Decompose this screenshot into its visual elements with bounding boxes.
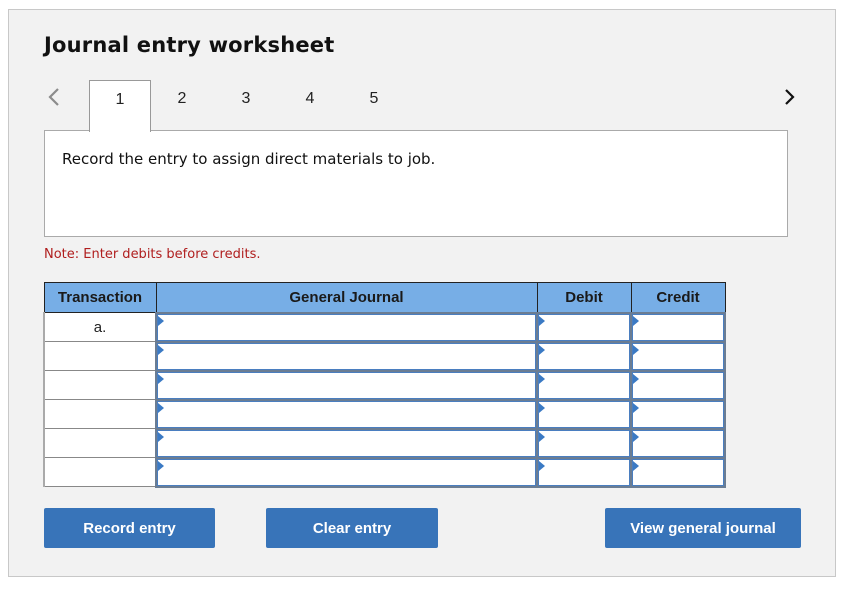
debit-input[interactable] [538, 400, 630, 428]
debit-input[interactable] [538, 371, 630, 399]
header-general-journal: General Journal [155, 282, 538, 313]
record-entry-button[interactable]: Record entry [44, 508, 215, 548]
dropdown-marker-icon [158, 344, 164, 355]
table-row [43, 456, 726, 488]
dropdown-marker-icon [633, 402, 639, 413]
debit-cell [536, 427, 632, 459]
transaction-cell: a. [43, 312, 157, 342]
journal-cell [155, 369, 538, 401]
credit-cell [630, 427, 726, 459]
debit-input[interactable] [538, 342, 630, 370]
credit-input[interactable] [632, 400, 724, 428]
prompt-text: Record the entry to assign direct materi… [62, 150, 436, 168]
credit-cell [630, 340, 726, 372]
header-transaction: Transaction [43, 282, 157, 313]
debit-cell [536, 398, 632, 430]
debit-cell [536, 311, 632, 343]
debit-cell [536, 369, 632, 401]
tab-5[interactable]: 5 [343, 80, 405, 132]
next-button[interactable] [778, 84, 800, 110]
journal-input[interactable] [157, 371, 536, 399]
dropdown-marker-icon [633, 344, 639, 355]
prompt-box: Record the entry to assign direct materi… [44, 130, 788, 237]
dropdown-marker-icon [633, 460, 639, 471]
journal-table: Transaction General Journal Debit Credit… [43, 282, 726, 488]
journal-cell [155, 398, 538, 430]
dropdown-marker-icon [539, 402, 545, 413]
view-general-journal-button[interactable]: View general journal [605, 508, 801, 548]
dropdown-marker-icon [158, 373, 164, 384]
transaction-cell [43, 399, 157, 429]
credit-input[interactable] [632, 371, 724, 399]
debit-input[interactable] [538, 429, 630, 457]
journal-cell [155, 427, 538, 459]
credit-input[interactable] [632, 429, 724, 457]
transaction-cell [43, 370, 157, 400]
transaction-cell [43, 457, 157, 487]
table-row [43, 427, 726, 459]
page-title: Journal entry worksheet [44, 33, 335, 57]
table-header-row: Transaction General Journal Debit Credit [43, 282, 726, 313]
journal-cell [155, 340, 538, 372]
table-row [43, 340, 726, 372]
clear-entry-button[interactable]: Clear entry [266, 508, 438, 548]
journal-cell [155, 311, 538, 343]
journal-input[interactable] [157, 313, 536, 341]
chevron-left-icon [48, 88, 59, 106]
transaction-cell [43, 428, 157, 458]
dropdown-marker-icon [633, 431, 639, 442]
journal-input[interactable] [157, 342, 536, 370]
header-debit: Debit [536, 282, 632, 313]
dropdown-marker-icon [539, 315, 545, 326]
dropdown-marker-icon [158, 460, 164, 471]
dropdown-marker-icon [158, 431, 164, 442]
transaction-cell [43, 341, 157, 371]
credit-cell [630, 311, 726, 343]
dropdown-marker-icon [539, 344, 545, 355]
journal-input[interactable] [157, 400, 536, 428]
table-row [43, 369, 726, 401]
dropdown-marker-icon [158, 315, 164, 326]
tab-1[interactable]: 1 [89, 80, 151, 132]
header-credit: Credit [630, 282, 726, 313]
previous-button[interactable] [44, 84, 66, 110]
dropdown-marker-icon [633, 373, 639, 384]
journal-cell [155, 456, 538, 488]
table-row [43, 398, 726, 430]
dropdown-marker-icon [158, 402, 164, 413]
debit-cell [536, 456, 632, 488]
credit-input[interactable] [632, 458, 724, 486]
credit-input[interactable] [632, 313, 724, 341]
dropdown-marker-icon [539, 431, 545, 442]
note-text: Note: Enter debits before credits. [44, 247, 261, 262]
credit-cell [630, 456, 726, 488]
dropdown-marker-icon [539, 373, 545, 384]
tab-3[interactable]: 3 [215, 80, 277, 132]
table-row: a. [43, 311, 726, 343]
credit-cell [630, 369, 726, 401]
tab-4[interactable]: 4 [279, 80, 341, 132]
tab-2[interactable]: 2 [151, 80, 213, 132]
dropdown-marker-icon [633, 315, 639, 326]
journal-input[interactable] [157, 458, 536, 486]
chevron-right-icon [785, 89, 795, 105]
journal-input[interactable] [157, 429, 536, 457]
dropdown-marker-icon [539, 460, 545, 471]
debit-input[interactable] [538, 458, 630, 486]
debit-cell [536, 340, 632, 372]
credit-input[interactable] [632, 342, 724, 370]
credit-cell [630, 398, 726, 430]
debit-input[interactable] [538, 313, 630, 341]
